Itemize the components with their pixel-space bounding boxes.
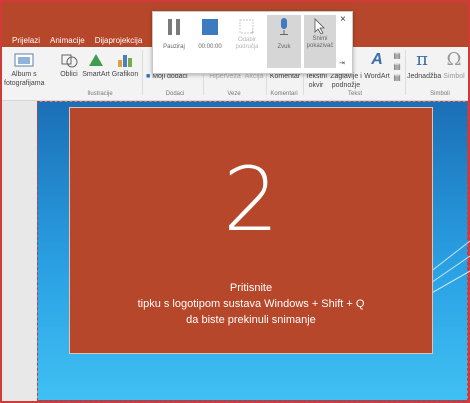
microphone-icon — [280, 18, 288, 35]
thumbnail-pane[interactable] — [2, 101, 37, 401]
group-links: Veze — [227, 91, 241, 97]
tab-slideshow[interactable]: Dijaprojekcija — [95, 36, 143, 45]
ribbon-tabs: Prijelazi Animacije Dijaprojekcija P — [12, 36, 158, 45]
chart-icon — [118, 55, 132, 67]
header-footer-button[interactable]: Zaglavlje i podnožje — [328, 72, 364, 90]
tab-transitions[interactable]: Prijelazi — [12, 36, 40, 45]
close-icon[interactable]: × — [340, 14, 346, 25]
photo-album-icon — [14, 53, 34, 67]
select-area-button[interactable]: + Odabir područja — [231, 18, 263, 51]
audio-toggle[interactable]: Zvuk — [267, 15, 301, 68]
select-area-icon: + — [239, 19, 255, 35]
recording-timer: 00:00:00 — [198, 44, 222, 50]
group-addins: Dodaci — [165, 91, 185, 97]
group-comments: Komentari — [270, 91, 298, 97]
omega-icon: Ω — [446, 49, 462, 70]
shapes-icon — [61, 54, 78, 68]
group-symbols: Simboli — [430, 91, 450, 97]
textbox-button[interactable]: Tekstni okvir — [304, 72, 328, 90]
recording-overlay: 2 Pritisnite tipku s logotipom sustava W… — [69, 107, 433, 354]
pi-icon: π — [416, 49, 428, 70]
group-text: Tekst — [347, 91, 362, 97]
screen-recording-toolbar: Pauziraj 00:00:00 + Odabir područja Zvuk… — [152, 11, 353, 74]
tab-animations[interactable]: Animacije — [50, 36, 85, 45]
pin-icon[interactable]: ⇥ — [339, 59, 345, 67]
countdown-number: 2 — [223, 148, 279, 251]
wordart-icon: A — [371, 51, 383, 68]
divider — [405, 50, 406, 95]
store-icon: ■ — [146, 73, 151, 80]
shapes-button[interactable]: Oblici — [58, 52, 80, 79]
stop-icon — [202, 19, 218, 35]
record-pointer-toggle[interactable]: Snimi pokazivač — [304, 15, 336, 68]
stop-button[interactable]: 00:00:00 — [193, 18, 227, 51]
text-tools-icon[interactable]: ▤ ▤ ▤ — [391, 50, 403, 83]
pause-button[interactable]: Pauziraj — [159, 18, 189, 51]
svg-text:+: + — [250, 28, 255, 35]
equation-button[interactable]: π Jednadžba — [407, 49, 441, 81]
cursor-icon — [314, 18, 325, 34]
chart-button[interactable]: Grafikon — [111, 52, 139, 79]
symbol-button[interactable]: Ω Simbol — [440, 50, 468, 81]
pause-icon — [168, 19, 180, 35]
smartart-button[interactable]: SmartArt — [82, 52, 110, 79]
group-illustrations: Ilustracije — [87, 91, 113, 97]
photo-album-button[interactable]: Album s fotografijama — [4, 52, 44, 88]
smartart-icon — [89, 54, 103, 66]
stop-instructions: Pritisnite tipku s logotipom sustava Win… — [137, 282, 365, 326]
divider — [142, 50, 143, 95]
wordart-button[interactable]: A WordArt — [364, 50, 390, 81]
